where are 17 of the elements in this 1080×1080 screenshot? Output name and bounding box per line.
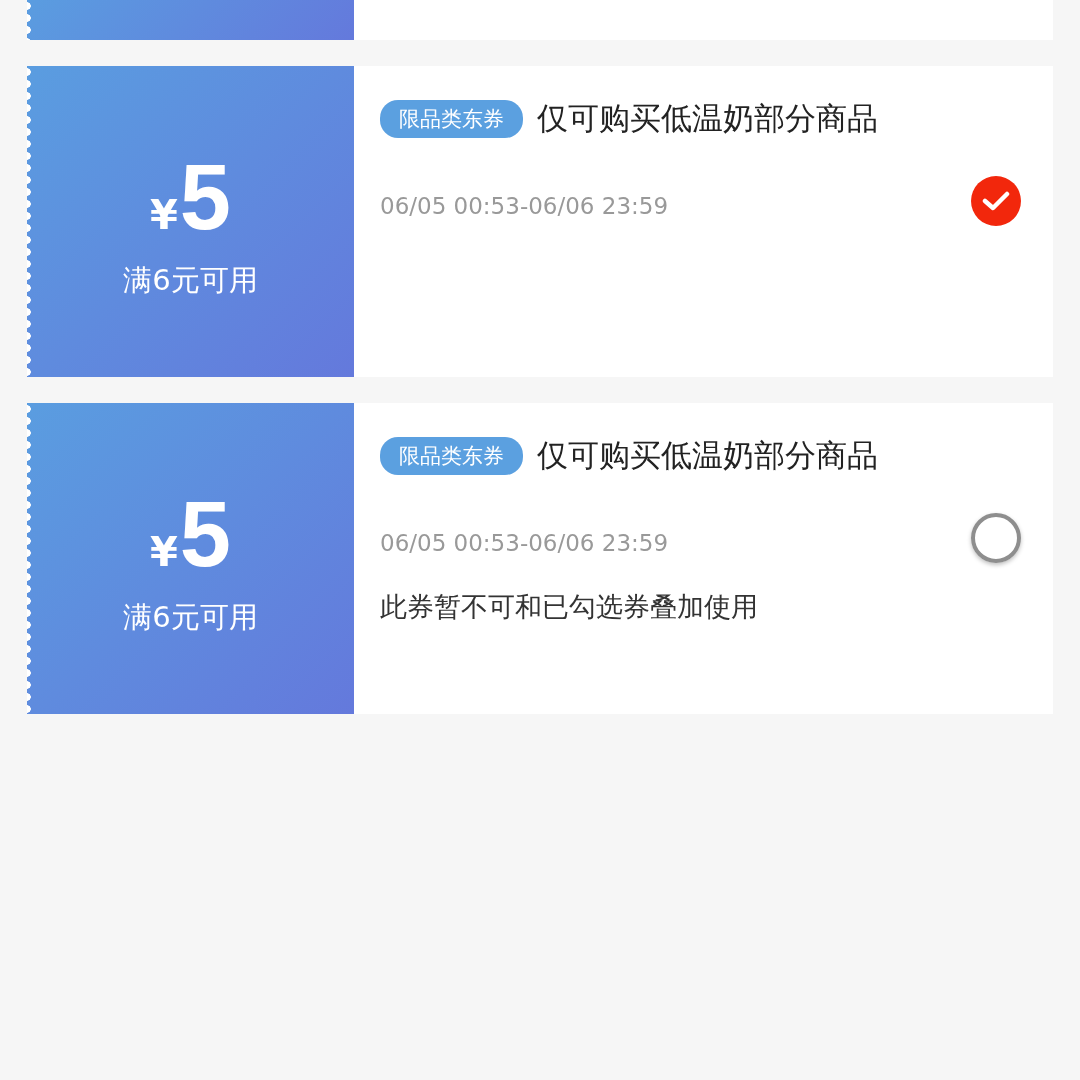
empty-circle-icon[interactable] [971,513,1021,563]
coupon-card[interactable]: ¥5 满6元可用 限品类东券 仅可购买低温奶部分商品 06/05 00:53-06/06 23:59 此券暂不可和已勾选券叠加使用 [27,403,1053,714]
coupon-card[interactable]: ¥5 满6元可用 限品类东券 仅可购买低温奶部分商品 06/05 00:53-06/06 23:59 [27,66,1053,377]
validity-period: 06/05 00:53-06/06 23:59 [380,530,669,556]
currency-symbol: ¥ [150,528,178,575]
coupon-title: 仅可购买低温奶部分商品 [537,99,878,138]
stacking-notice: 此券暂不可和已勾选券叠加使用 [380,590,759,624]
usage-condition: 满6元可用 [123,598,258,636]
coupon-amount: 5 [179,487,231,580]
coupon-title: 仅可购买低温奶部分商品 [537,436,878,475]
coupon-amount: 5 [179,150,231,243]
coupon-tag: 限品类东券 [380,437,523,475]
currency-symbol: ¥ [150,191,178,238]
coupon-tag: 限品类东券 [380,100,523,138]
validity-period: 06/05 00:53-06/06 23:59 [380,193,669,219]
checked-circle-icon[interactable] [971,176,1021,226]
usage-condition: 满6元可用 [123,261,258,299]
